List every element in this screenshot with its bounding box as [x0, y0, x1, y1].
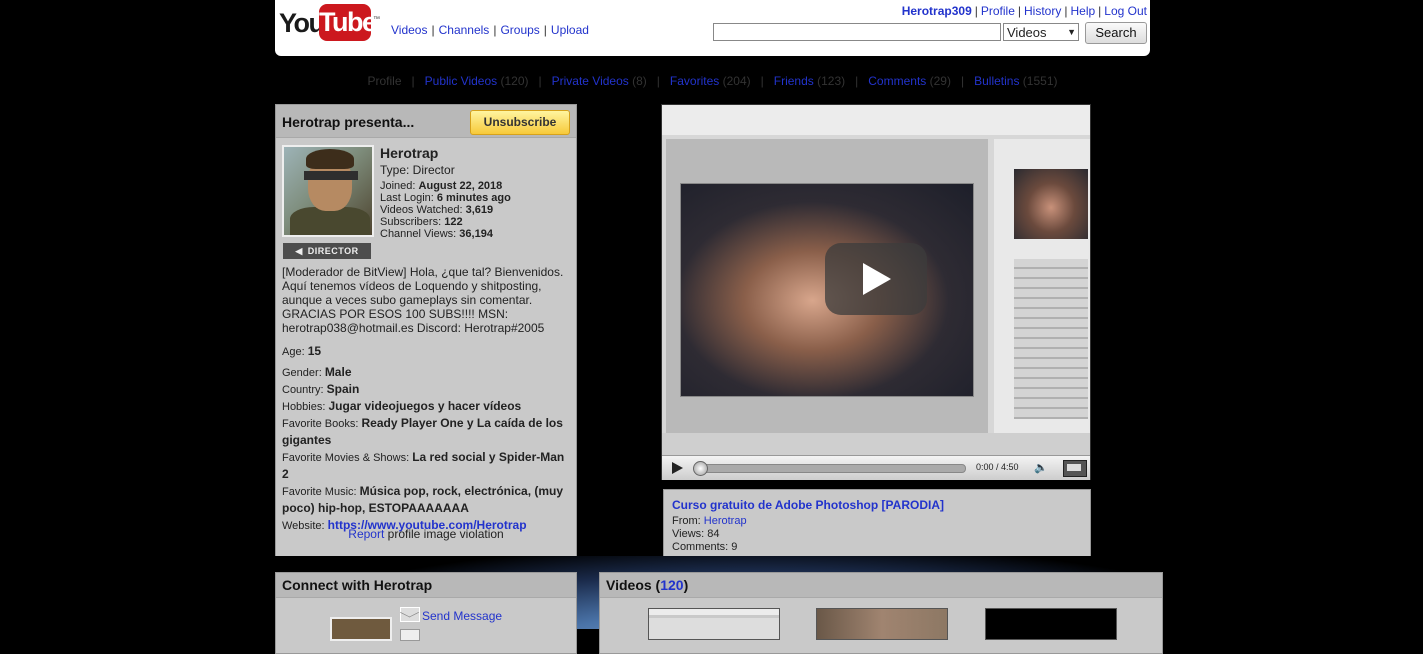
send-message-link[interactable]: Send Message	[422, 609, 502, 623]
nav-videos[interactable]: Videos	[391, 23, 427, 37]
youtube-logo[interactable]: You Tube ™	[279, 4, 380, 42]
stat-subscribers: Subscribers: 122	[380, 216, 463, 228]
director-badge: ◀ DIRECTOR	[283, 243, 371, 259]
help-link[interactable]: Help	[1070, 4, 1095, 18]
avatar-wrap: ◀ DIRECTOR	[282, 145, 374, 259]
tab-friends[interactable]: Friends (123)	[764, 74, 855, 88]
site-header: You Tube ™ Videos | Channels | Groups | Upload…	[275, 0, 1150, 56]
profile-name: Herotrap	[380, 145, 439, 161]
videos-panel: Videos (120)	[599, 572, 1163, 654]
tab-public-videos[interactable]: Public Videos (120)	[415, 74, 539, 88]
connect-panel: Connect with Herotrap Send Message	[275, 572, 577, 654]
detail-favorite-movies: Favorite Movies & Shows: La red social y…	[282, 450, 565, 481]
play-icon	[863, 263, 891, 295]
video-thumbnail[interactable]	[985, 608, 1117, 640]
nav-upload[interactable]: Upload	[551, 23, 589, 37]
report-line: Report profile image violation	[348, 527, 504, 541]
profile-tabs: Profile | Public Videos (120) | Private Vide…	[275, 74, 1150, 88]
detail-favorite-books: Favorite Books: Ready Player One y La ca…	[282, 416, 563, 447]
nav-channels[interactable]: Channels	[439, 23, 490, 37]
video-thumbnail[interactable]	[648, 608, 780, 640]
search-button[interactable]: Search	[1085, 22, 1147, 44]
nav-groups[interactable]: Groups	[500, 23, 539, 37]
play-overlay-button[interactable]	[825, 243, 927, 315]
logo-tube: Tube	[319, 4, 377, 41]
profile-link[interactable]: Profile	[981, 4, 1015, 18]
tab-bulletins[interactable]: Bulletins (1551)	[964, 74, 1067, 88]
profile-details: Age: 15 Gender: Male Country: Spain Hobb…	[282, 343, 568, 534]
chevron-down-icon: ▼	[1067, 27, 1076, 37]
connect-avatar[interactable]	[330, 617, 392, 641]
stat-joined: Joined: August 22, 2018	[380, 180, 503, 192]
play-button[interactable]	[666, 459, 688, 477]
tab-profile[interactable]: Profile	[358, 74, 412, 88]
avatar[interactable]	[282, 145, 374, 237]
featured-video-title[interactable]: Curso gratuito de Adobe Photoshop [PAROD…	[672, 498, 944, 512]
play-icon	[672, 462, 683, 474]
main-nav: Videos | Channels | Groups | Upload	[391, 23, 589, 37]
user-nav: Herotrap309 | Profile | History | Help | Log Out	[901, 4, 1147, 18]
stat-channel-views: Channel Views: 36,194	[380, 228, 493, 240]
detail-hobbies: Hobbies: Jugar videojuegos y hacer vídeo…	[282, 399, 522, 413]
stat-last-login: Last Login: 6 minutes ago	[380, 192, 511, 204]
profile-info: Herotrap Type: Director Joined: August 2…	[380, 145, 570, 240]
video-player[interactable]: 0:00 / 4:50 🔈	[661, 104, 1091, 480]
featured-video-views: Views: 84	[672, 528, 720, 540]
detail-gender: Gender: Male	[282, 365, 352, 379]
unsubscribe-button[interactable]: Unsubscribe	[470, 110, 570, 135]
video-frame[interactable]	[662, 105, 1090, 455]
connect-panel-title: Connect with Herotrap	[282, 577, 433, 593]
fullscreen-icon[interactable]	[1063, 460, 1087, 477]
tab-private-videos[interactable]: Private Videos (8)	[542, 74, 657, 88]
share-icon[interactable]	[400, 629, 420, 641]
featured-video-comments: Comments: 9	[672, 541, 738, 553]
progress-bar[interactable]	[693, 461, 966, 476]
detail-favorite-music: Favorite Music: Música pop, rock, electr…	[282, 484, 564, 515]
report-link[interactable]: Report	[348, 527, 384, 541]
videos-count-link[interactable]: 120	[660, 577, 683, 593]
featured-video-from: From: Herotrap	[672, 515, 747, 527]
search-input[interactable]	[713, 23, 1001, 41]
history-link[interactable]: History	[1024, 4, 1061, 18]
envelope-icon[interactable]	[399, 607, 420, 622]
featured-video-info: Curso gratuito de Adobe Photoshop [PAROD…	[663, 489, 1091, 564]
logo-you: You	[279, 8, 325, 38]
tab-favorites[interactable]: Favorites (204)	[660, 74, 761, 88]
logout-link[interactable]: Log Out	[1104, 4, 1147, 18]
connect-panel-header: Connect with Herotrap	[276, 573, 576, 598]
videos-panel-header: Videos (120)	[600, 573, 1162, 598]
stat-videos-watched: Videos Watched: 3,619	[380, 204, 494, 216]
videos-panel-title: Videos (120)	[606, 577, 689, 593]
progress-knob[interactable]	[693, 461, 708, 476]
player-controls: 0:00 / 4:50 🔈	[662, 455, 1090, 480]
logo-trademark: ™	[373, 16, 380, 23]
tab-comments[interactable]: Comments (29)	[858, 74, 961, 88]
featured-video-author-link[interactable]: Herotrap	[704, 515, 747, 527]
detail-age: Age: 15	[282, 344, 322, 358]
video-thumbnail[interactable]	[816, 608, 948, 640]
volume-icon[interactable]: 🔈	[1034, 461, 1054, 475]
profile-type: Type: Director	[380, 163, 455, 177]
profile-panel-header: Herotrap presenta... Unsubscribe	[276, 105, 576, 138]
profile-panel: Herotrap presenta... Unsubscribe ◀ DIRECT…	[275, 104, 577, 558]
profile-panel-title: Herotrap presenta...	[282, 114, 415, 130]
detail-country: Country: Spain	[282, 382, 360, 396]
megaphone-icon: ◀	[295, 246, 303, 256]
search-category-select[interactable]: Videos ▼	[1003, 23, 1079, 41]
profile-description: [Moderador de BitView] Hola, ¿que tal? B…	[282, 265, 564, 335]
username-link[interactable]: Herotrap309	[902, 4, 972, 18]
time-readout: 0:00 / 4:50	[976, 462, 1019, 472]
search-category-value: Videos	[1007, 24, 1047, 40]
